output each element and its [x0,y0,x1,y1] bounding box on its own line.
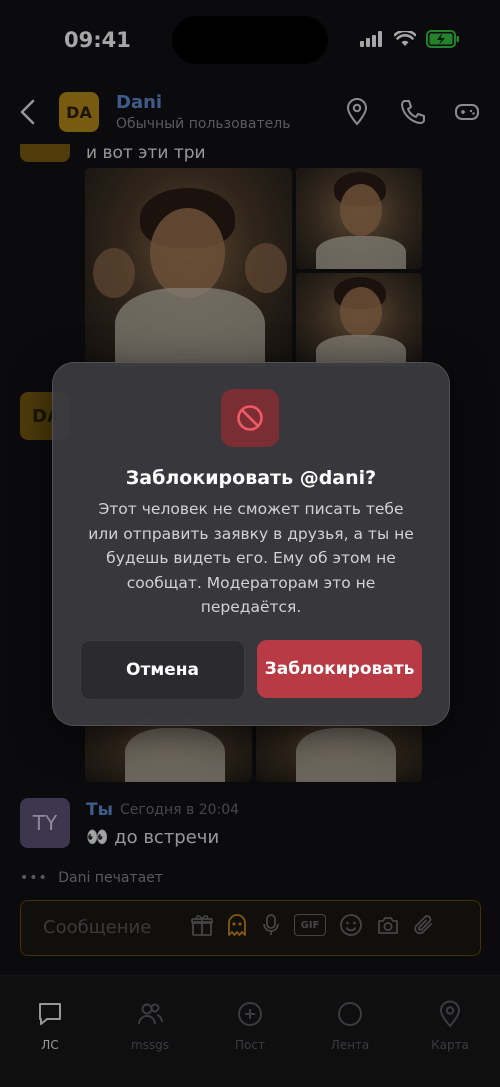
block-icon [237,405,263,431]
dialog-body: Этот человек не сможет писать тебе или о… [88,500,414,616]
cancel-button[interactable]: Отмена [80,640,245,700]
block-button[interactable]: Заблокировать [257,640,422,698]
block-icon-badge [221,389,279,447]
screen: 09:41 DA Dani Обычный пользователь и вот… [0,0,500,1087]
dialog-title: Заблокировать @dani? [125,467,377,489]
block-user-dialog: Заблокировать @dani? Этот человек не смо… [52,362,450,726]
